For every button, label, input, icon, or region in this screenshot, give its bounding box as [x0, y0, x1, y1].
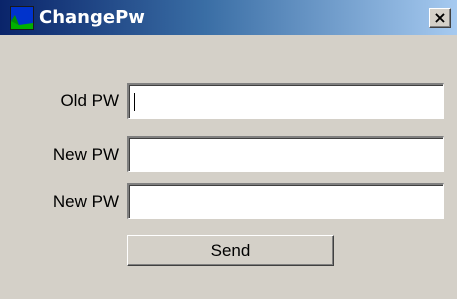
old-pw-label: Old PW — [60, 91, 119, 110]
new-pw-field[interactable] — [127, 136, 444, 172]
old-pw-field[interactable] — [127, 83, 444, 119]
app-icon — [10, 6, 34, 30]
text-caret — [134, 93, 135, 111]
confirm-pw-input[interactable] — [129, 185, 443, 218]
changepw-window: ChangePw × Old PW New PW New PW Send — [0, 0, 457, 299]
confirm-pw-label: New PW — [52, 192, 119, 211]
new-pw-label: New PW — [52, 145, 119, 164]
close-icon: × — [433, 7, 447, 27]
confirm-pw-field[interactable] — [127, 183, 444, 219]
new-pw-input[interactable] — [129, 138, 443, 171]
send-button[interactable]: Send — [127, 235, 334, 266]
title-bar[interactable]: ChangePw × — [0, 0, 457, 35]
close-button[interactable]: × — [429, 8, 451, 28]
window-title: ChangePw — [39, 7, 145, 28]
old-pw-input[interactable] — [129, 85, 443, 118]
